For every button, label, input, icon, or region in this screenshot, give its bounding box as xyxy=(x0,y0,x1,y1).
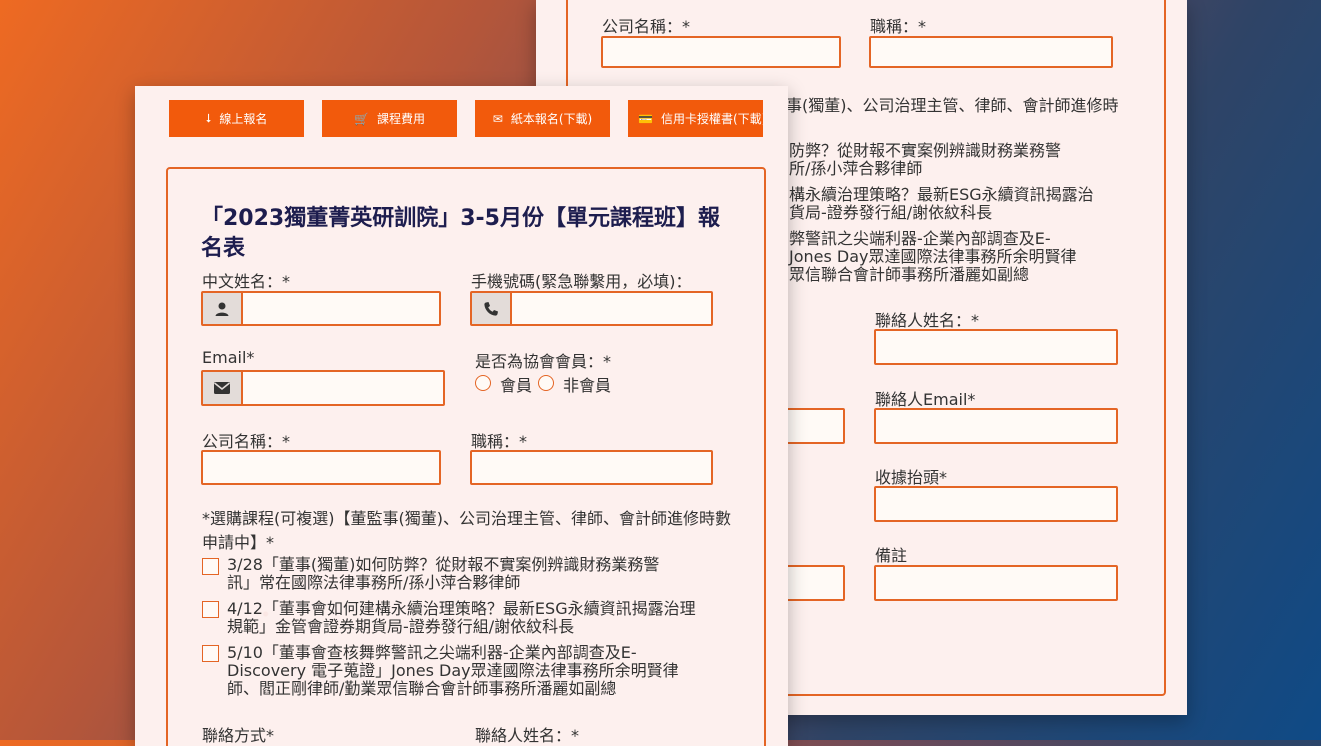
course-checkbox-3[interactable] xyxy=(202,645,219,662)
arrow-down-icon: ⭣ xyxy=(205,111,212,125)
back-left-input-2[interactable] xyxy=(786,565,845,601)
job-title-label: 職稱：* xyxy=(471,432,528,451)
company-input[interactable] xyxy=(201,450,441,485)
member-radio-label: 會員 xyxy=(500,376,533,395)
tab-course-fee[interactable]: 🛒 課程費用 xyxy=(322,100,457,137)
back-course-3-line3: 眾信聯合會計師事務所潘麗如副總 xyxy=(789,265,1030,284)
credit-card-icon: 💳 xyxy=(638,111,653,126)
form-title: 「2023獨董菁英研訓院」3-5月份【單元課程班】報名表 xyxy=(201,206,720,261)
course-option-3: 5/10「董事會查核舞弊警訊之尖端利器-企業內部調查及E-Discovery 電… xyxy=(227,643,679,698)
email-label: Email* xyxy=(202,348,255,367)
back-course-2-line1: 構永續治理策略？最新ESG永續資訊揭露治 xyxy=(789,185,1094,204)
back-contact-email-input[interactable] xyxy=(874,408,1118,444)
back-course-1-line1: 防弊？從財報不實案例辨識財務業務警 xyxy=(789,141,1062,160)
user-icon xyxy=(203,293,243,324)
tab-label: 信用卡授權書(下載) xyxy=(660,112,763,126)
back-contact-name-label: 聯絡人姓名：* xyxy=(875,311,980,330)
name-input[interactable] xyxy=(201,291,441,326)
phone-input[interactable] xyxy=(470,291,713,326)
contact-name-label: 聯絡人姓名：* xyxy=(475,726,580,745)
envelope-icon xyxy=(203,372,243,404)
back-note-label: 備註 xyxy=(875,546,908,565)
member-label: 是否為協會會員：* xyxy=(475,352,612,371)
tab-paper-register[interactable]: ✉ 紙本報名(下載) xyxy=(475,100,610,137)
back-contact-name-input[interactable] xyxy=(874,329,1118,365)
front-form-card: ⭣ 線上報名 🛒 課程費用 ✉ 紙本報名(下載) 💳 信用卡授權書(下載) 「2… xyxy=(135,86,788,746)
non-member-radio[interactable] xyxy=(538,375,554,391)
back-title-label: 職稱：* xyxy=(870,17,927,36)
name-label: 中文姓名：* xyxy=(202,272,291,291)
back-title-input[interactable] xyxy=(869,36,1113,68)
back-course-1-line2: 所/孫小萍合夥律師 xyxy=(789,159,923,178)
back-left-input-1[interactable] xyxy=(786,408,845,444)
member-radio[interactable] xyxy=(475,375,491,391)
tab-label: 課程費用 xyxy=(376,112,425,126)
envelope-icon: ✉ xyxy=(492,111,503,126)
phone-icon xyxy=(472,293,512,324)
course-checkbox-1[interactable] xyxy=(202,558,219,575)
job-title-input[interactable] xyxy=(470,450,713,485)
tab-label: 紙本報名(下載) xyxy=(510,112,593,126)
course-option-2: 4/12「董事會如何建構永續治理策略？最新ESG永續資訊揭露治理規範」金管會證券… xyxy=(227,599,696,636)
back-company-label: 公司名稱：* xyxy=(602,17,691,36)
back-note-input[interactable] xyxy=(874,565,1118,601)
back-course-3-line2: Jones Day眾達國際法律事務所余明賢律 xyxy=(789,247,1077,266)
back-company-input[interactable] xyxy=(601,36,841,68)
course-selection-label: *選購課程(可複選)【董監事(獨董)、公司治理主管、律師、會計師進修時數 申請中… xyxy=(202,509,731,552)
company-label: 公司名稱：* xyxy=(202,432,291,451)
back-receipt-input[interactable] xyxy=(874,486,1118,522)
phone-label: 手機號碼(緊急聯繫用，必填)： xyxy=(471,272,692,291)
tab-label: 線上報名 xyxy=(219,112,268,126)
tab-credit-card-form[interactable]: 💳 信用卡授權書(下載) xyxy=(628,100,763,137)
back-course-3-line1: 弊警訊之尖端利器-企業內部調查及E- xyxy=(789,229,1051,248)
email-input[interactable] xyxy=(201,370,445,406)
contact-method-label: 聯絡方式* xyxy=(202,726,275,745)
non-member-radio-label: 非會員 xyxy=(563,376,612,395)
course-checkbox-2[interactable] xyxy=(202,601,219,618)
back-contact-email-label: 聯絡人Email* xyxy=(875,390,976,409)
back-course-2-line2: 貨局-證券發行組/謝依紋科長 xyxy=(789,203,993,222)
cart-icon: 🛒 xyxy=(354,111,369,126)
back-receipt-label: 收據抬頭* xyxy=(875,468,948,487)
course-option-1: 3/28「董事(獨董)如何防弊？從財報不實案例辨識財務業務警訊」常在國際法律事務… xyxy=(227,555,660,592)
tab-online-register[interactable]: ⭣ 線上報名 xyxy=(169,100,304,137)
back-course-snippet: 事(獨董)、公司治理主管、律師、會計師進修時 xyxy=(786,96,1119,115)
